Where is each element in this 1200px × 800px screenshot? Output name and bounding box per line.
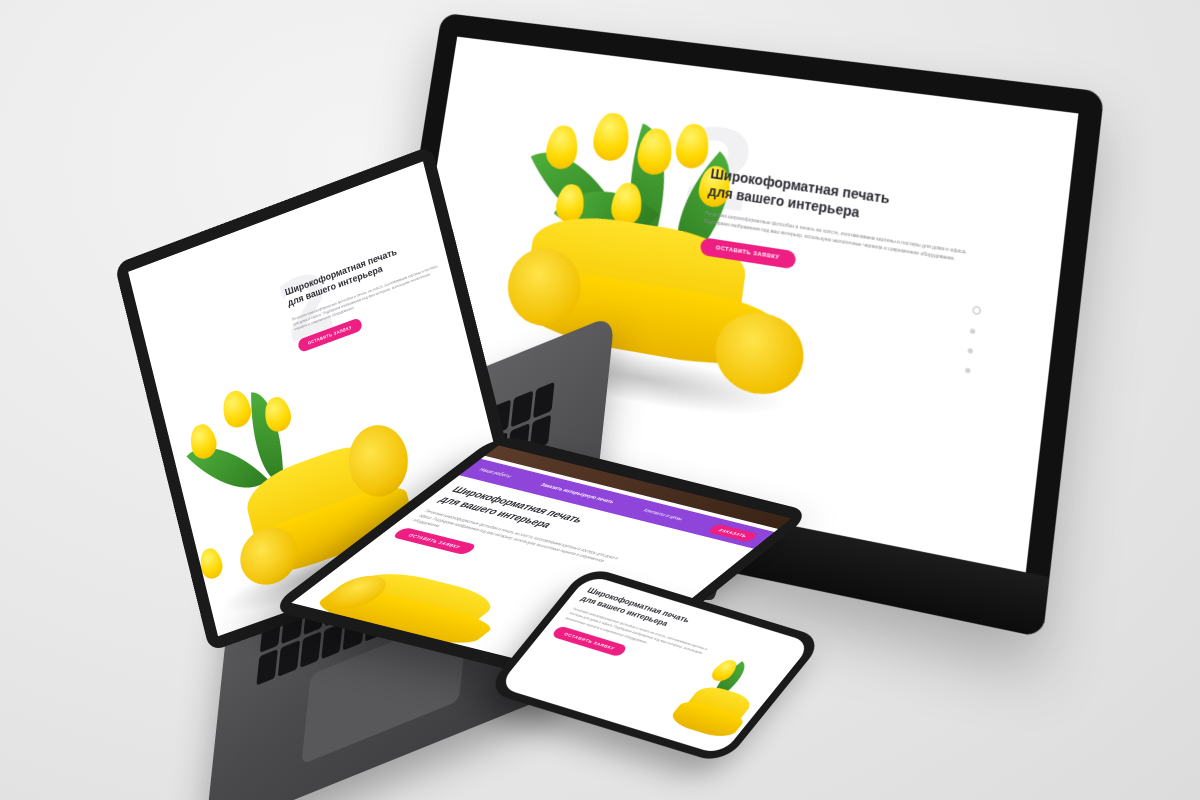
slider-pagination [965,305,982,374]
keyboard-key [511,390,533,428]
keyboard-key [532,381,555,419]
hero-text-block: Широкоформатная печать для вашего интерь… [550,586,725,677]
pagination-dot[interactable] [969,328,976,335]
keyboard-key [256,648,279,686]
nav-item-works[interactable]: Наши работы [477,467,513,479]
hero-text-block: Широкоформатная печать для вашего интерь… [284,232,451,354]
order-button[interactable]: Заказать [706,523,760,543]
keyboard-key [277,640,300,677]
pagination-dot[interactable] [965,367,971,374]
device-mockup-scene: 2 [0,0,1200,800]
nav-item-contacts[interactable]: Контакты и цены [641,508,684,522]
pagination-dot[interactable] [967,347,974,354]
keyboard-key [321,622,344,660]
pagination-dot[interactable] [972,305,982,316]
keyboard-key [299,631,322,669]
